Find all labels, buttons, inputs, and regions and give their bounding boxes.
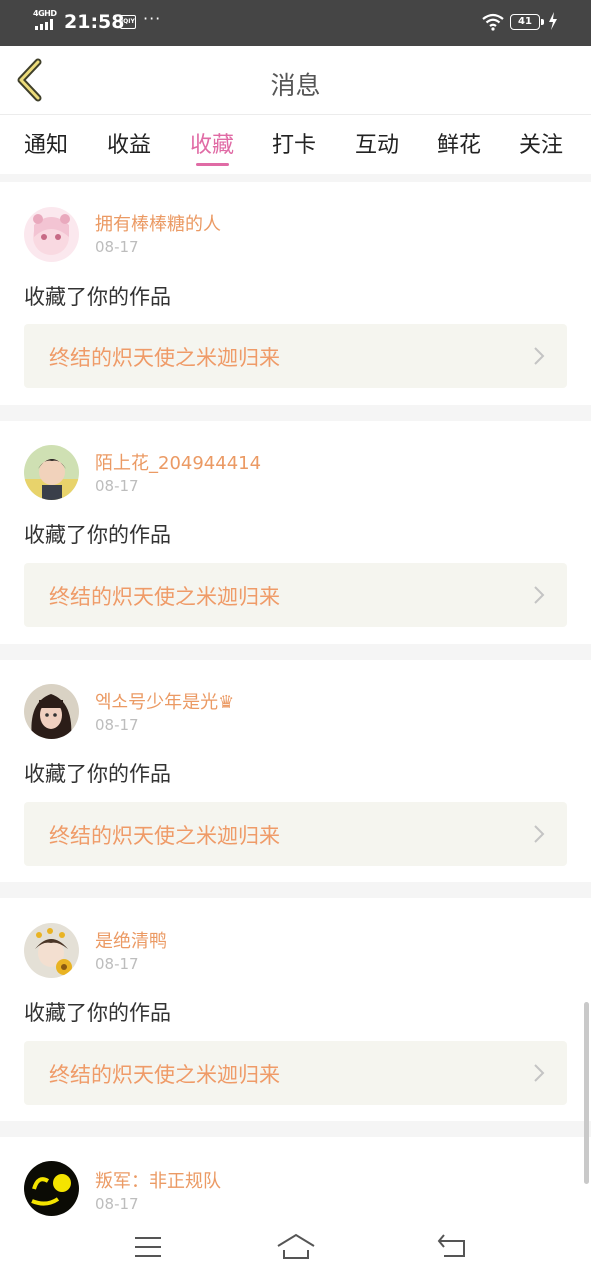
header: 消息: [0, 46, 591, 114]
message-card: 엑소号少年是光♛ 08-17 收藏了你的作品 终结的炽天使之米迦归来: [0, 660, 591, 882]
user-avatar-image: [24, 684, 79, 739]
username[interactable]: 拥有棒棒糖的人: [95, 210, 221, 236]
work-title: 终结的炽天使之米迦归来: [49, 346, 280, 370]
chevron-right-icon: [534, 825, 545, 843]
message-date: 08-17: [95, 477, 139, 495]
message-card: 陌上花_204944414 08-17 收藏了你的作品 终结的炽天使之米迦归来: [0, 421, 591, 644]
username[interactable]: 叛军：非正规队: [95, 1167, 221, 1193]
work-link[interactable]: 终结的炽天使之米迦归来: [24, 802, 567, 866]
tab-earnings[interactable]: 收益: [107, 127, 151, 159]
work-link[interactable]: 终结的炽天使之米迦归来: [24, 324, 567, 388]
action-text: 收藏了你的作品: [24, 762, 171, 786]
charging-icon: [549, 12, 557, 30]
work-title: 终结的炽天使之米迦归来: [49, 1063, 280, 1087]
username[interactable]: 엑소号少年是光♛: [95, 688, 234, 714]
avatar[interactable]: [24, 207, 79, 262]
status-bar: 4GHD 21:58 iQIY ··· 41: [0, 0, 591, 46]
username[interactable]: 陌上花_204944414: [95, 449, 261, 475]
signal-icon: [35, 19, 53, 30]
page-title: 消息: [270, 71, 321, 100]
tab-checkin[interactable]: 打卡: [272, 127, 316, 159]
scrollbar[interactable]: [584, 1002, 589, 1184]
work-title: 终结的炽天使之米迦归来: [49, 585, 280, 609]
tab-flowers[interactable]: 鲜花: [437, 127, 481, 159]
more-notifications-icon: ···: [143, 9, 162, 28]
action-text: 收藏了你的作品: [24, 523, 171, 547]
iqiyi-notification-icon: iQIY: [120, 15, 136, 29]
menu-icon[interactable]: [134, 1236, 162, 1258]
user-avatar-image: [24, 923, 79, 978]
message-card: 拥有棒棒糖的人 08-17 收藏了你的作品 终结的炽天使之米迦归来: [0, 182, 591, 405]
status-time: 21:58: [64, 11, 125, 33]
back-nav-icon[interactable]: [436, 1232, 468, 1258]
work-title: 终结的炽天使之米迦归来: [49, 824, 280, 848]
tab-interactions[interactable]: 互动: [355, 127, 399, 159]
network-type: 4GHD: [33, 9, 57, 18]
avatar[interactable]: [24, 445, 79, 500]
message-card: 叛军：非正规队 08-17: [0, 1137, 591, 1216]
battery-icon: 41: [510, 14, 544, 30]
username[interactable]: 是绝清鸭: [95, 927, 167, 953]
user-avatar-image: [24, 207, 79, 262]
avatar[interactable]: [24, 1161, 79, 1216]
tab-bar: 通知 收益 收藏 打卡 互动 鲜花 关注: [0, 115, 591, 174]
home-icon[interactable]: [276, 1232, 316, 1260]
chevron-right-icon: [534, 586, 545, 604]
message-date: 08-17: [95, 955, 139, 973]
action-text: 收藏了你的作品: [24, 285, 171, 309]
chevron-right-icon: [534, 347, 545, 365]
tab-notifications[interactable]: 通知: [24, 127, 68, 159]
screen: 4GHD 21:58 iQIY ··· 41 消息 通知 收益 收藏 打卡 互动…: [0, 0, 591, 1280]
message-date: 08-17: [95, 1195, 139, 1213]
chevron-right-icon: [534, 1064, 545, 1082]
active-tab-indicator: [196, 163, 229, 166]
tab-follows[interactable]: 关注: [519, 127, 563, 159]
avatar[interactable]: [24, 923, 79, 978]
avatar[interactable]: [24, 684, 79, 739]
message-card: 是绝清鸭 08-17 收藏了你的作品 终结的炽天使之米迦归来: [0, 898, 591, 1121]
wifi-icon: [482, 13, 504, 31]
tab-favorites[interactable]: 收藏: [190, 127, 234, 159]
user-avatar-image: [24, 1161, 79, 1216]
work-link[interactable]: 终结的炽天使之米迦归来: [24, 563, 567, 627]
message-date: 08-17: [95, 238, 139, 256]
user-avatar-image: [24, 445, 79, 500]
message-date: 08-17: [95, 716, 139, 734]
action-text: 收藏了你的作品: [24, 1001, 171, 1025]
work-link[interactable]: 终结的炽天使之米迦归来: [24, 1041, 567, 1105]
system-nav-bar: [0, 1216, 591, 1280]
